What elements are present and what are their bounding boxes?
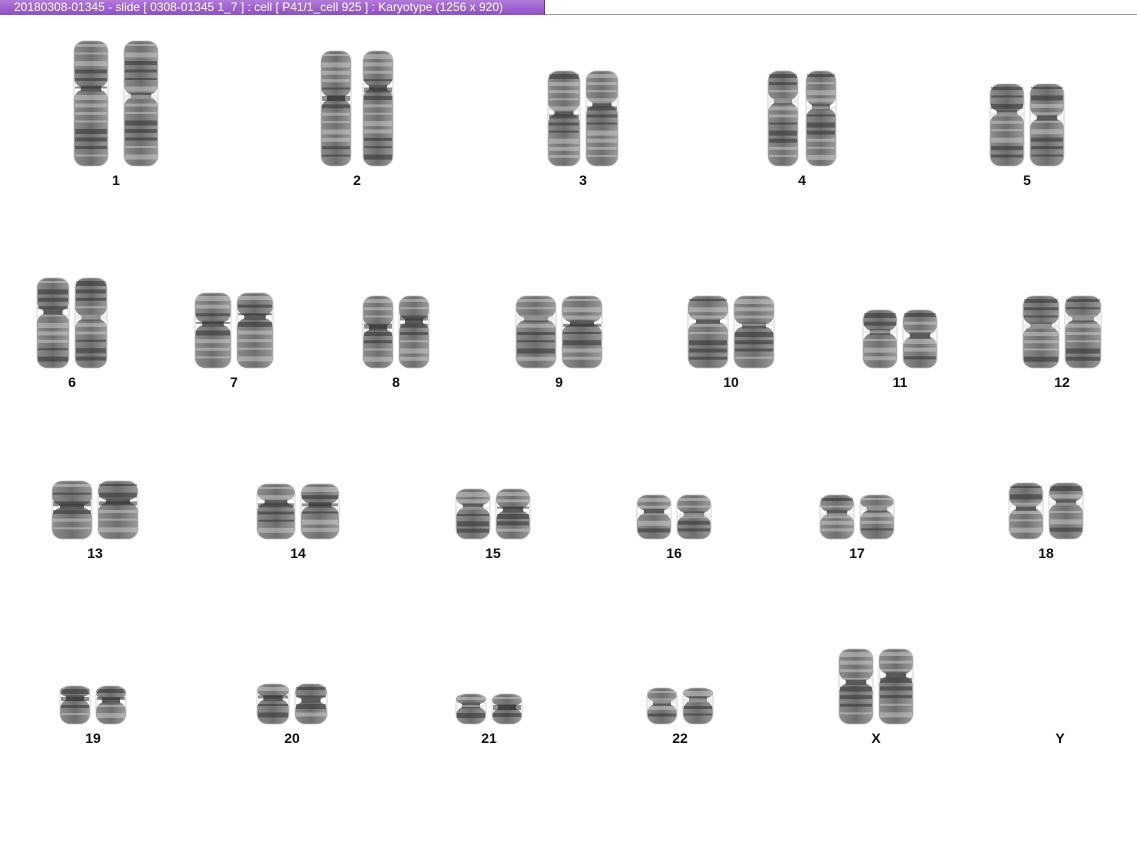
window-title-bar[interactable]: 20180308-01345 - slide [ 0308-01345 1_7 … [0,0,545,15]
chromosome [74,277,108,369]
chromosome-pair-15[interactable] [455,488,531,540]
chromosome [59,685,91,725]
chromosome-pair-20[interactable] [256,683,328,725]
chromosome [515,295,557,369]
chromosome-label-y: Y [1055,730,1065,746]
chromosome [455,488,491,540]
chromosome-label-5: 5 [1023,172,1031,188]
chromosome [805,70,837,167]
chromosome-label-1: 1 [112,172,120,188]
title-separator [545,14,1137,15]
chromosome [676,494,712,540]
window-title: 20180308-01345 - slide [ 0308-01345 1_7 … [14,0,503,14]
chromosome-pair-17[interactable] [819,494,895,540]
chromosome-pair-10[interactable] [687,295,775,369]
chromosome-label-6: 6 [68,374,76,390]
chromosome [767,70,799,167]
chromosome [1064,295,1102,369]
chromosome-pair-14[interactable] [256,483,340,540]
chromosome [256,483,296,540]
chromosome-pair-16[interactable] [636,494,712,540]
chromosome [646,687,678,725]
chromosome-label-19: 19 [85,730,101,746]
chromosome-label-14: 14 [290,545,306,561]
chromosome-label-17: 17 [849,545,865,561]
chromosome [878,648,914,725]
chromosome [236,292,274,369]
chromosome [194,292,232,369]
chromosome [682,687,714,725]
chromosome-label-12: 12 [1054,374,1070,390]
chromosome [1008,482,1044,540]
chromosome [256,683,290,725]
chromosome-pair-21[interactable] [455,693,523,725]
chromosome-pair-4[interactable] [767,70,837,167]
chromosome-pair-2[interactable] [320,50,394,167]
chromosome-label-3: 3 [579,172,587,188]
chromosome-pair-12[interactable] [1022,295,1102,369]
chromosome [1048,482,1084,540]
chromosome [491,693,523,725]
chromosome [733,295,775,369]
chromosome-pair-1[interactable] [73,40,159,167]
chromosome [989,83,1025,167]
chromosome-pair-6[interactable] [36,277,108,369]
chromosome [95,685,127,725]
chromosome-label-21: 21 [481,730,497,746]
chromosome-pair-11[interactable] [862,309,938,369]
chromosome [294,683,328,725]
chromosome-pair-13[interactable] [51,480,139,540]
chromosome [362,50,394,167]
chromosome-pair-8[interactable] [362,295,430,369]
chromosome-pair-9[interactable] [515,295,603,369]
chromosome-label-11: 11 [892,374,908,390]
chromosome [36,277,70,369]
chromosome [687,295,729,369]
chromosome [300,483,340,540]
chromosome [362,295,394,369]
chromosome-label-16: 16 [666,545,682,561]
chromosome-label-15: 15 [485,545,501,561]
chromosome-label-8: 8 [392,374,400,390]
chromosome [97,480,139,540]
chromosome [495,488,531,540]
chromosome-label-22: 22 [672,730,688,746]
chromosome-pair-5[interactable] [989,83,1065,167]
chromosome-pair-19[interactable] [59,685,127,725]
chromosome-label-7: 7 [230,374,238,390]
karyogram-panel: 1 2 3 4 5 6 7 8 9 10 11 12 13 14 15 16 17 18 19 20 21 22 X Y [0,16,1137,844]
chromosome-label-9: 9 [555,374,563,390]
chromosome-label-20: 20 [284,730,300,746]
chromosome-label-4: 4 [798,172,806,188]
chromosome-label-18: 18 [1038,545,1054,561]
chromosome-label-2: 2 [353,172,361,188]
chromosome-pair-18[interactable] [1008,482,1084,540]
chromosome-pair-3[interactable] [547,70,619,167]
chromosome [1022,295,1060,369]
chromosome [859,494,895,540]
chromosome [123,40,159,167]
chromosome [1029,83,1065,167]
chromosome-label-x: X [871,730,881,746]
chromosome [455,693,487,725]
chromosome-label-10: 10 [723,374,739,390]
chromosome [561,295,603,369]
chromosome-label-13: 13 [87,545,103,561]
chromosome [902,309,938,369]
chromosome [838,648,874,725]
chromosome [320,50,352,167]
chromosome-pair-x[interactable] [838,648,914,725]
chromosome-pair-7[interactable] [194,292,274,369]
chromosome [819,494,855,540]
chromosome [862,309,898,369]
chromosome [547,70,581,167]
chromosome [51,480,93,540]
chromosome-pair-22[interactable] [646,687,714,725]
chromosome [73,40,109,167]
chromosome [585,70,619,167]
chromosome [636,494,672,540]
chromosome [398,295,430,369]
